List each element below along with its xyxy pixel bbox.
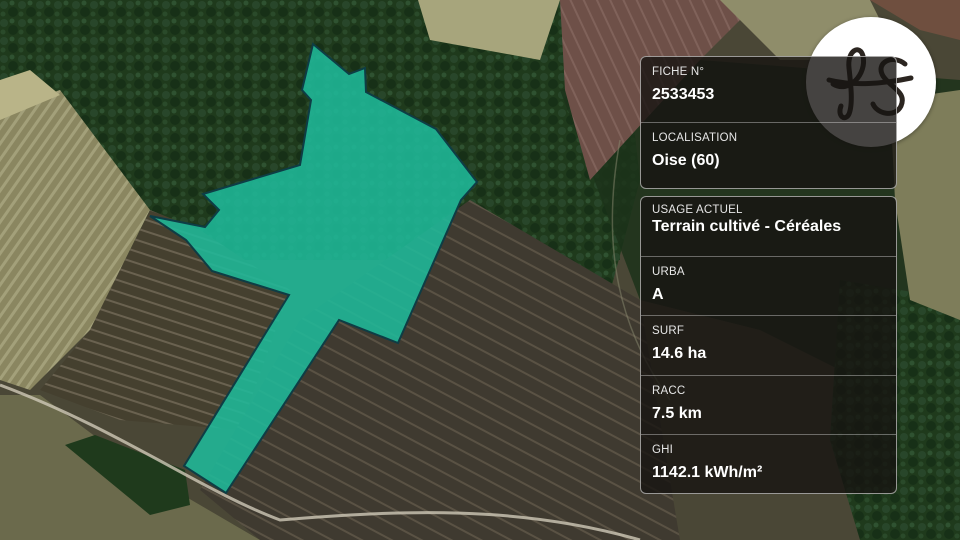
racc-value: 7.5 km bbox=[652, 404, 702, 422]
localisation-row: LOCALISATION Oise (60) bbox=[641, 123, 896, 188]
localisation-value: Oise (60) bbox=[652, 152, 720, 169]
racc-row: RACC 7.5 km bbox=[641, 376, 896, 436]
usage-row: USAGE ACTUEL Terrain cultivé - Céréales bbox=[641, 197, 896, 257]
urba-label: URBA bbox=[652, 265, 685, 278]
surf-row: SURF 14.6 ha bbox=[641, 316, 896, 376]
usage-value: Terrain cultivé - Céréales bbox=[652, 218, 842, 235]
fiche-value: 2533453 bbox=[652, 86, 715, 103]
usage-label: USAGE ACTUEL bbox=[652, 204, 743, 216]
ghi-row: GHI 1142.1 kWh/m² bbox=[641, 435, 896, 493]
localisation-label: LOCALISATION bbox=[652, 132, 738, 144]
urba-value: A bbox=[652, 285, 664, 303]
ghi-label: GHI bbox=[652, 444, 674, 457]
fiche-row: FICHE N° 2533453 bbox=[641, 57, 896, 123]
racc-label: RACC bbox=[652, 384, 686, 397]
ghi-value: 1142.1 kWh/m² bbox=[652, 464, 763, 482]
urba-row: URBA A bbox=[641, 257, 896, 317]
surf-value: 14.6 ha bbox=[652, 345, 707, 363]
fiche-label: FICHE N° bbox=[652, 66, 705, 78]
surf-label: SURF bbox=[652, 325, 685, 338]
details-card: USAGE ACTUEL Terrain cultivé - Céréales … bbox=[640, 196, 897, 494]
identity-card: FICHE N° 2533453 LOCALISATION Oise (60) bbox=[640, 56, 897, 189]
